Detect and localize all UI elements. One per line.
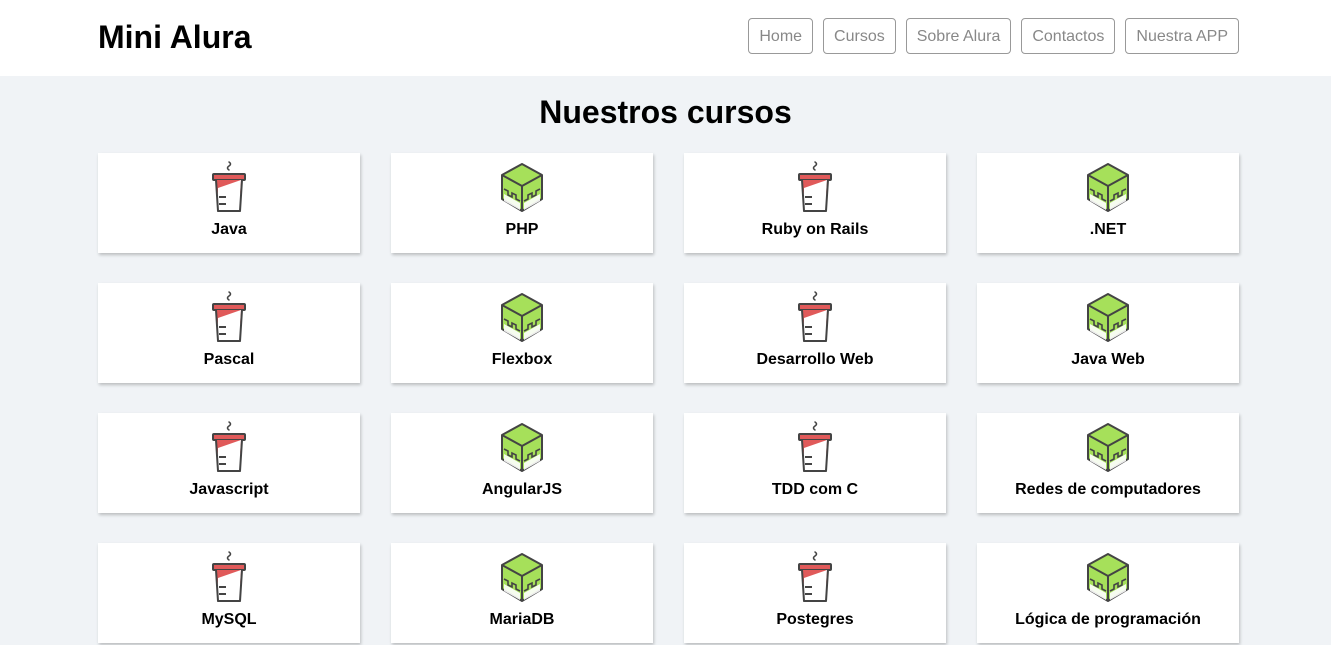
nav-home-link[interactable]: Home [748,18,814,54]
course-card[interactable]: Javascript [98,413,360,513]
course-name: Pascal [203,351,255,368]
course-name: Flexbox [491,351,553,368]
nav-sobre-alura-link[interactable]: Sobre Alura [905,18,1012,54]
course-name: MySQL [201,611,257,628]
course-card[interactable]: MariaDB [391,543,653,643]
cube-icon [1085,551,1131,605]
main-nav: Home Cursos Sobre Alura Contactos Nuestr… [748,18,1239,54]
coffee-cup-icon [792,421,838,475]
course-name: MariaDB [489,611,555,628]
cube-icon [1085,161,1131,215]
course-name: Lógica de programación [1015,611,1201,628]
site-header: Mini Alura Home Cursos Sobre Alura Conta… [0,0,1331,76]
coffee-cup-icon [206,551,252,605]
site-logo[interactable]: Mini Alura [98,18,251,56]
course-card[interactable]: AngularJS [391,413,653,513]
course-grid: Java PHP Ruby on Rails .NET Pascal Flexb… [98,153,1239,643]
cube-icon [1085,421,1131,475]
course-card[interactable]: Pascal [98,283,360,383]
cube-icon [499,421,545,475]
course-card[interactable]: Desarrollo Web [684,283,946,383]
coffee-cup-icon [792,551,838,605]
course-card[interactable]: .NET [977,153,1239,253]
course-card[interactable]: MySQL [98,543,360,643]
course-card[interactable]: Java [98,153,360,253]
course-card[interactable]: Ruby on Rails [684,153,946,253]
coffee-cup-icon [206,161,252,215]
course-name: Ruby on Rails [761,221,869,238]
course-name: .NET [1089,221,1127,238]
nav-nuestra-app-link[interactable]: Nuestra APP [1125,18,1239,54]
course-card[interactable]: TDD com C [684,413,946,513]
course-name: Java [211,221,247,238]
course-card[interactable]: Lógica de programación [977,543,1239,643]
course-card[interactable]: Postegres [684,543,946,643]
course-card[interactable]: Redes de computadores [977,413,1239,513]
page-title: Nuestros cursos [539,94,792,130]
nav-cursos-link[interactable]: Cursos [823,18,896,54]
cube-icon [499,551,545,605]
course-card[interactable]: Flexbox [391,283,653,383]
course-name: PHP [505,221,539,238]
course-card[interactable]: Java Web [977,283,1239,383]
course-name: Redes de computadores [1015,481,1201,498]
nav-contactos-link[interactable]: Contactos [1021,18,1116,54]
cube-icon [1085,291,1131,345]
course-name: AngularJS [481,481,562,498]
cube-icon [499,291,545,345]
course-name: TDD com C [771,481,859,498]
coffee-cup-icon [792,161,838,215]
course-name: Postegres [776,611,854,628]
course-name: Javascript [189,481,269,498]
cube-icon [499,161,545,215]
course-card[interactable]: PHP [391,153,653,253]
coffee-cup-icon [206,291,252,345]
course-name: Desarrollo Web [756,351,874,368]
course-name: Java Web [1071,351,1145,368]
coffee-cup-icon [792,291,838,345]
coffee-cup-icon [206,421,252,475]
